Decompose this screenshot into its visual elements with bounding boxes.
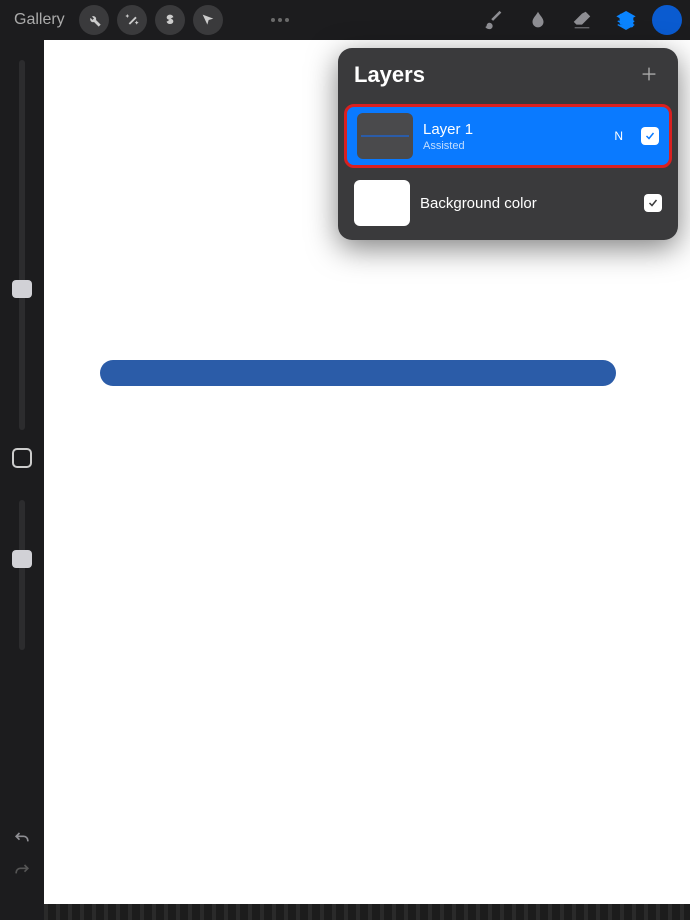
layer-thumbnail xyxy=(357,113,413,159)
gallery-button[interactable]: Gallery xyxy=(8,7,71,33)
layers-icon xyxy=(615,9,637,31)
check-icon xyxy=(647,197,659,209)
brush-size-thumb[interactable] xyxy=(12,280,32,298)
layers-panel: Layers Layer 1 Assisted N Background col… xyxy=(338,48,678,240)
top-toolbar: Gallery xyxy=(0,0,690,40)
layers-panel-title: Layers xyxy=(354,62,425,88)
modify-square-button[interactable] xyxy=(12,448,32,468)
wrench-icon xyxy=(86,12,102,28)
drawn-stroke xyxy=(100,360,616,386)
transform-button[interactable] xyxy=(193,5,223,35)
layer-thumbnail xyxy=(354,180,410,226)
layer-name-label: Layer 1 xyxy=(423,121,604,138)
add-layer-button[interactable] xyxy=(638,63,662,87)
layer-row-background[interactable]: Background color xyxy=(338,170,678,240)
redo-icon[interactable] xyxy=(12,860,32,880)
wand-icon xyxy=(124,12,140,28)
layer-row-selected[interactable]: Layer 1 Assisted N xyxy=(344,104,672,168)
layer-visibility-checkbox[interactable] xyxy=(641,127,659,145)
layer-visibility-checkbox[interactable] xyxy=(644,194,662,212)
undo-icon[interactable] xyxy=(12,828,32,848)
brush-tool-button[interactable] xyxy=(476,2,512,38)
actions-button[interactable] xyxy=(79,5,109,35)
smudge-tool-button[interactable] xyxy=(520,2,556,38)
opacity-thumb[interactable] xyxy=(12,550,32,568)
layers-button[interactable] xyxy=(608,2,644,38)
layers-panel-header: Layers xyxy=(338,48,678,102)
eraser-tool-button[interactable] xyxy=(564,2,600,38)
selection-s-icon xyxy=(162,12,178,28)
color-picker-button[interactable] xyxy=(652,5,682,35)
brush-size-slider[interactable] xyxy=(19,60,25,430)
layer-name-label: Background color xyxy=(420,195,634,212)
layer-subtitle-label: Assisted xyxy=(423,140,604,152)
layer-blend-mode-label[interactable]: N xyxy=(614,129,623,143)
smudge-icon xyxy=(527,9,549,31)
plus-icon xyxy=(638,63,660,85)
opacity-slider[interactable] xyxy=(19,500,25,650)
adjustments-button[interactable] xyxy=(117,5,147,35)
eraser-icon xyxy=(571,9,593,31)
brush-icon xyxy=(483,9,505,31)
left-sidebar xyxy=(0,40,44,920)
bottom-ruler xyxy=(44,904,690,920)
check-icon xyxy=(644,130,656,142)
selection-button[interactable] xyxy=(155,5,185,35)
cursor-arrow-icon xyxy=(200,12,216,28)
modify-menu-button[interactable] xyxy=(271,18,289,22)
